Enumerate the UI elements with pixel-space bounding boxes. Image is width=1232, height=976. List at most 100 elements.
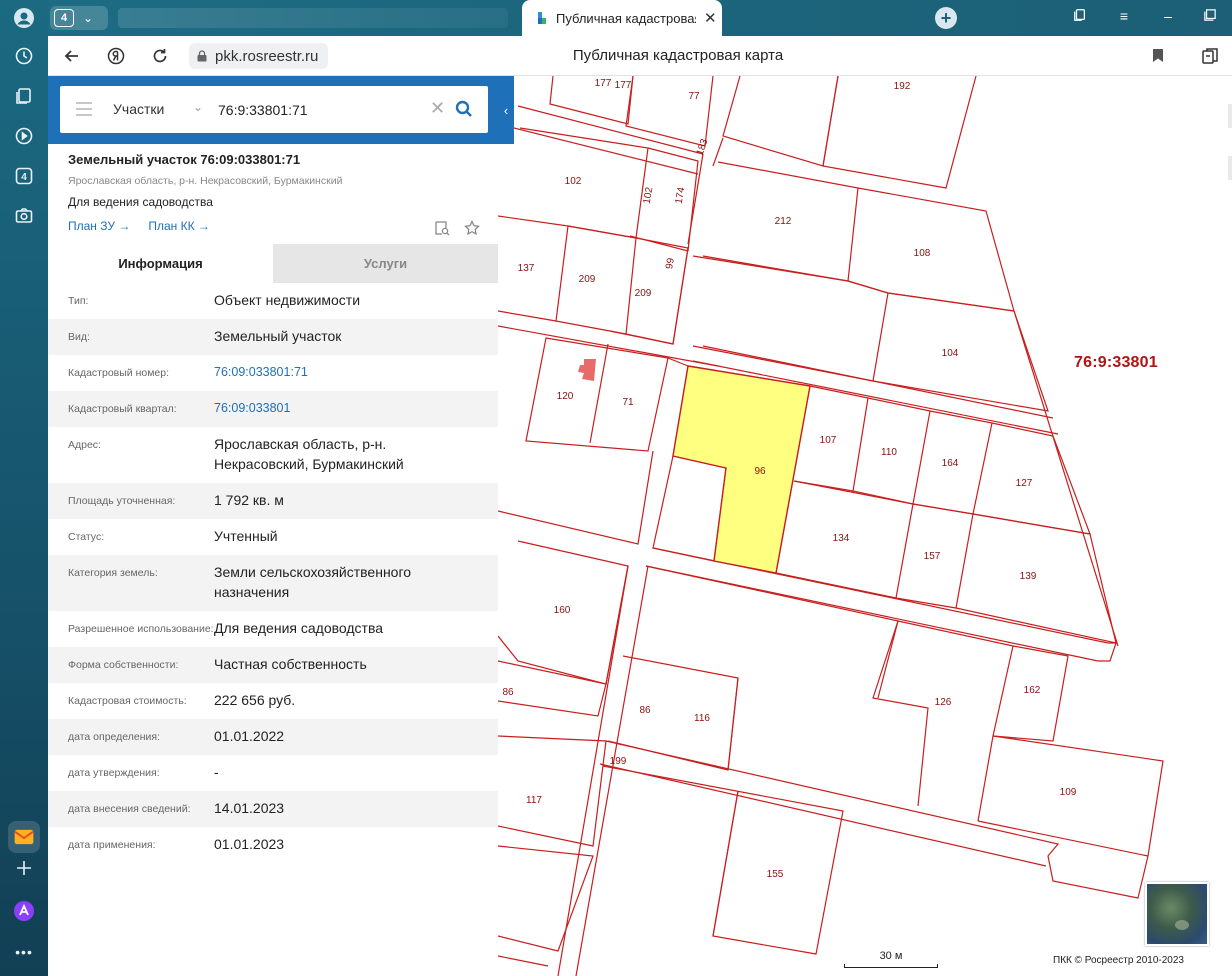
parcel-label: 162 xyxy=(1024,685,1041,696)
property-key: дата определения: xyxy=(68,731,161,743)
background-tabs[interactable] xyxy=(118,8,508,28)
collapse-panel-icon[interactable]: ‹ xyxy=(499,100,513,120)
property-value: Земли сельскохозяйственного назначения xyxy=(214,564,412,600)
property-row: Тип: Объект недвижимости xyxy=(48,283,498,319)
tab-counter[interactable]: 4 ⌄ xyxy=(50,6,108,30)
parcel-label: 117 xyxy=(526,795,542,806)
property-key: Кадастровая стоимость: xyxy=(68,695,187,707)
video-icon[interactable] xyxy=(10,122,38,150)
plan-kk-link[interactable]: План КК → xyxy=(148,219,210,233)
add-panel-icon[interactable] xyxy=(10,854,38,882)
tab-title: Публичная кадастровая xyxy=(556,10,696,26)
parcel-label: 109 xyxy=(1060,787,1077,798)
favorite-star-icon[interactable] xyxy=(464,220,480,236)
tab-information[interactable]: Информация xyxy=(48,244,273,283)
property-row: дата определения: 01.01.2022 xyxy=(48,719,498,755)
parcel-label: 209 xyxy=(579,274,596,285)
properties-list: Тип: Объект недвижимости Вид: Земельный уча… xyxy=(48,283,498,863)
parcel-label: 164 xyxy=(942,458,959,469)
property-key: дата внесения сведений: xyxy=(68,803,191,815)
tabs-badge-icon[interactable]: 4 xyxy=(10,162,38,190)
parcel-label: 120 xyxy=(557,391,574,402)
property-key: Форма собственности: xyxy=(68,659,179,671)
property-key: Вид: xyxy=(68,331,90,343)
tab-strip: 4 ⌄ Публичная кадастровая ✕ + ≡ – ✕ xyxy=(48,0,1232,36)
back-button[interactable] xyxy=(61,45,83,67)
new-tab-button[interactable]: + xyxy=(935,7,957,29)
copyright-text: ПКК © Росреестр 2010-2023 xyxy=(1053,955,1184,966)
reload-button[interactable] xyxy=(149,45,171,67)
search-icon[interactable] xyxy=(454,99,474,119)
property-value: Земельный участок xyxy=(214,328,342,344)
close-tab-icon[interactable]: ✕ xyxy=(704,9,717,27)
parcel-label: 137 xyxy=(518,263,535,274)
minimize-icon[interactable]: – xyxy=(1158,8,1178,24)
cadastral-map[interactable]: 177 177 77 192 183 102 102 174 212 108 137 209 209 99… xyxy=(498,76,1232,976)
tabs-badge-count: 4 xyxy=(21,172,27,183)
hamburger-icon[interactable] xyxy=(76,102,92,116)
plan-zu-link[interactable]: План ЗУ → xyxy=(68,219,130,233)
collections-icon[interactable] xyxy=(10,82,38,110)
alice-icon[interactable] xyxy=(10,897,38,925)
bookmark-icon[interactable] xyxy=(1152,48,1164,63)
parcel-label: 134 xyxy=(833,533,850,544)
property-row: Площадь уточненная: 1 792 кв. м xyxy=(48,483,498,519)
parcel-label: 86 xyxy=(502,687,514,698)
property-value: 01.01.2022 xyxy=(214,728,285,744)
property-row: дата применения: 01.01.2023 xyxy=(48,827,498,863)
page-title: Публичная кадастровая карта xyxy=(572,47,784,64)
parcel-label: 71 xyxy=(622,397,634,408)
map-canvas[interactable]: 177177 77 192 183 102 102 174 212 108 137 209 209 99… xyxy=(498,76,1232,976)
url-text: pkk.rosreestr.ru xyxy=(215,47,319,65)
parcel-71-highlight[interactable] xyxy=(672,365,811,574)
history-icon[interactable] xyxy=(10,42,38,70)
tab-services[interactable]: Услуги xyxy=(273,244,498,283)
parcel-label: 104 xyxy=(942,348,959,359)
more-icon[interactable]: ••• xyxy=(10,938,38,966)
maximize-icon[interactable] xyxy=(1200,8,1220,24)
chevron-down-icon[interactable]: ⌄ xyxy=(193,100,203,114)
tab-active[interactable]: Публичная кадастровая ✕ xyxy=(522,0,722,36)
parcel-label: 102 xyxy=(642,186,656,205)
search-input[interactable] xyxy=(218,98,418,122)
parcel-label: 174 xyxy=(674,186,688,205)
property-row: Разрешенное использование: Для ведения са… xyxy=(48,611,498,647)
parcel-label: 116 xyxy=(694,713,710,724)
property-value-link[interactable]: 76:09:033801:71 xyxy=(214,362,478,382)
zoom-to-object-icon[interactable] xyxy=(434,220,450,236)
property-row: Вид: Земельный участок xyxy=(48,319,498,355)
parcel-label: 160 xyxy=(554,605,571,616)
search-box: Участки ⌄ ✕ xyxy=(60,86,488,133)
parcel-label: 139 xyxy=(1020,571,1037,582)
object-use: Для ведения садоводства xyxy=(68,195,213,209)
object-header: Земельный участок 76:09:033801:71 Яросла… xyxy=(68,152,478,233)
clear-search-icon[interactable]: ✕ xyxy=(430,98,445,118)
screenshot-icon[interactable] xyxy=(10,202,38,230)
property-value: 14.01.2023 xyxy=(214,800,285,816)
property-key: Разрешенное использование: xyxy=(68,623,214,635)
yandex-button[interactable] xyxy=(105,45,127,67)
profile-icon[interactable] xyxy=(10,4,38,32)
info-tabs: Информация Услуги xyxy=(48,244,498,283)
menu-icon[interactable]: ≡ xyxy=(1114,8,1134,24)
scale-label: 30 м xyxy=(879,950,903,962)
property-row: дата внесения сведений: 14.01.2023 xyxy=(48,791,498,827)
building-marker xyxy=(578,359,596,381)
tabs-overview-icon[interactable] xyxy=(1070,8,1090,25)
tab-count: 4 xyxy=(54,9,74,27)
search-bar: Участки ⌄ ✕ ‹ xyxy=(48,76,514,144)
mail-icon[interactable] xyxy=(8,821,40,853)
search-type-select[interactable]: Участки xyxy=(113,101,164,117)
property-key: Кадастровый квартал: xyxy=(68,403,177,415)
basemap-switcher[interactable] xyxy=(1145,882,1209,946)
extensions-icon[interactable] xyxy=(1200,46,1220,66)
property-row: Форма собственности: Частная собственност… xyxy=(48,647,498,683)
property-value-link[interactable]: 76:09:033801 xyxy=(214,398,478,418)
property-value: Учтенный xyxy=(214,528,278,544)
property-value: Для ведения садоводства xyxy=(214,620,384,636)
property-key: Категория земель: xyxy=(68,567,158,579)
parcel-label: 110 xyxy=(881,447,897,458)
url-field[interactable]: pkk.rosreestr.ru xyxy=(189,43,329,69)
chevron-down-icon: ⌄ xyxy=(82,11,94,25)
parcel-label: 102 xyxy=(565,176,582,187)
